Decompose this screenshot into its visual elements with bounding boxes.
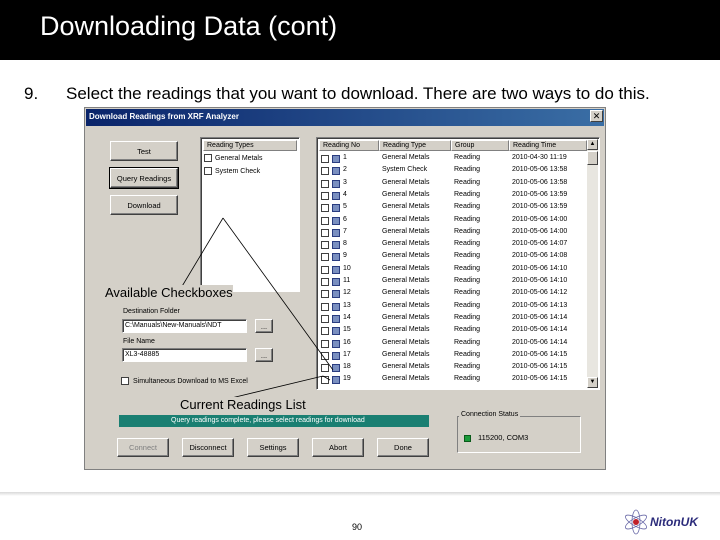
settings-button[interactable]: Settings bbox=[247, 438, 299, 457]
status-message: Query readings complete, please select r… bbox=[119, 415, 429, 427]
done-button[interactable]: Done bbox=[377, 438, 429, 457]
destination-folder-input[interactable]: C:\Manuals\New-Manuals\NDT bbox=[122, 319, 247, 333]
simultaneous-label: Simultaneous Download to MS Excel bbox=[133, 377, 248, 385]
step-instruction: Select the readings that you want to dow… bbox=[66, 84, 650, 103]
page-number: 90 bbox=[352, 522, 363, 532]
destination-folder-label: Destination Folder bbox=[123, 308, 180, 315]
slide-title: Downloading Data (cont) bbox=[40, 11, 338, 41]
abort-button[interactable]: Abort bbox=[312, 438, 364, 457]
download-readings-dialog: Download Readings from XRF Analyzer ✕ Te… bbox=[84, 107, 606, 470]
connected-indicator-icon bbox=[464, 435, 471, 442]
connect-button[interactable]: Connect bbox=[117, 438, 169, 457]
annotation-available-checkboxes: Available Checkboxes bbox=[105, 285, 233, 300]
brand-text: NitonUK bbox=[650, 515, 698, 529]
simultaneous-excel-option[interactable]: Simultaneous Download to MS Excel bbox=[121, 377, 248, 385]
file-name-input[interactable]: XL3-48885 bbox=[122, 348, 247, 362]
connection-value: 115200, COM3 bbox=[478, 433, 529, 442]
slide: Downloading Data (cont) 9. Select the re… bbox=[0, 0, 720, 540]
niton-logo: NitonUK bbox=[622, 508, 712, 536]
step-number: 9. bbox=[24, 84, 39, 103]
annotation-current-readings-list: Current Readings List bbox=[180, 397, 306, 412]
connection-status-label: Connection Status bbox=[459, 411, 521, 418]
file-name-label: File Name bbox=[123, 338, 155, 345]
footer-divider bbox=[0, 492, 720, 496]
excel-checkbox[interactable] bbox=[121, 377, 129, 385]
browse-file-button[interactable]: ... bbox=[255, 348, 273, 362]
disconnect-button[interactable]: Disconnect bbox=[182, 438, 234, 457]
browse-folder-button[interactable]: ... bbox=[255, 319, 273, 333]
title-bar: Downloading Data (cont) bbox=[0, 0, 720, 60]
